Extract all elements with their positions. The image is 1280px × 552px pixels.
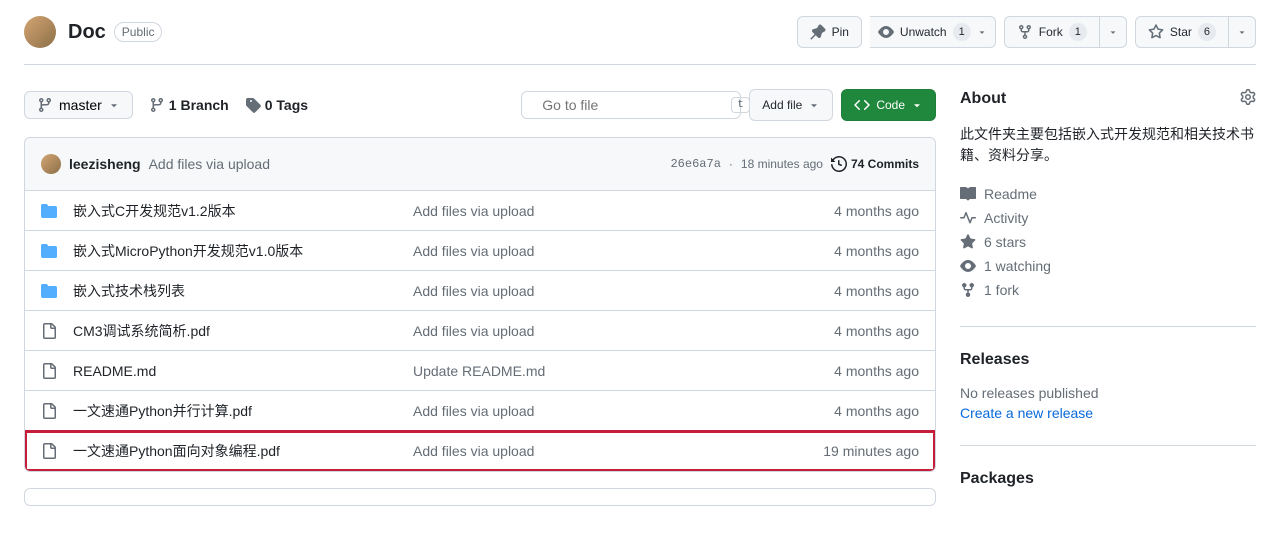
repo-title[interactable]: Doc	[68, 21, 106, 44]
activity-link[interactable]: Activity	[960, 206, 1256, 230]
eye-icon	[878, 24, 894, 40]
fork-icon	[960, 282, 976, 298]
gear-icon	[1240, 89, 1256, 105]
about-title: About	[960, 90, 1006, 108]
watch-count: 1	[953, 23, 971, 41]
fork-count: 1	[1069, 23, 1087, 41]
file-row: 一文速通Python并行计算.pdfAdd files via upload4 …	[25, 391, 935, 431]
branches-link[interactable]: 1 Branch	[149, 97, 229, 113]
caret-down-icon	[808, 99, 820, 111]
file-name[interactable]: 嵌入式C开发规范v1.2版本	[73, 201, 413, 221]
file-time: 4 months ago	[834, 203, 919, 219]
settings-button[interactable]	[1240, 89, 1256, 108]
visibility-badge: Public	[114, 22, 163, 42]
search-shortcut: t	[731, 97, 750, 113]
file-row: 一文速通Python面向对象编程.pdfAdd files via upload…	[25, 431, 935, 471]
file-name[interactable]: CM3调试系统简析.pdf	[73, 321, 413, 341]
pin-button[interactable]: Pin	[797, 16, 862, 48]
file-row: CM3调试系统简析.pdfAdd files via upload4 month…	[25, 311, 935, 351]
forks-link[interactable]: 1 fork	[960, 278, 1256, 302]
file-time: 4 months ago	[834, 403, 919, 419]
commit-author-avatar[interactable]	[41, 154, 61, 174]
file-commit-message[interactable]: Add files via upload	[413, 243, 834, 259]
code-button[interactable]: Code	[841, 89, 936, 121]
file-search[interactable]: t	[521, 91, 741, 119]
latest-commit-row: leezisheng Add files via upload 26e6a7a …	[25, 138, 935, 191]
file-icon	[41, 323, 57, 339]
file-row: 嵌入式MicroPython开发规范v1.0版本Add files via up…	[25, 231, 935, 271]
caret-down-icon	[1237, 27, 1247, 37]
tag-icon	[245, 97, 261, 113]
caret-down-icon	[911, 99, 923, 111]
file-commit-message[interactable]: Add files via upload	[413, 323, 834, 339]
folder-icon	[41, 203, 57, 219]
branch-icon	[149, 97, 165, 113]
readme-link[interactable]: Readme	[960, 182, 1256, 206]
file-name[interactable]: 嵌入式MicroPython开发规范v1.0版本	[73, 241, 413, 261]
file-listing: leezisheng Add files via upload 26e6a7a …	[24, 137, 936, 472]
watching-link[interactable]: 1 watching	[960, 254, 1256, 278]
fork-icon	[1017, 24, 1033, 40]
file-row: 嵌入式C开发规范v1.2版本Add files via upload4 mont…	[25, 191, 935, 231]
pin-icon	[810, 24, 826, 40]
code-icon	[854, 97, 870, 113]
no-releases: No releases published	[960, 385, 1256, 401]
folder-icon	[41, 243, 57, 259]
star-dropdown[interactable]	[1229, 16, 1256, 48]
file-name[interactable]: README.md	[73, 363, 413, 379]
file-commit-message[interactable]: Add files via upload	[413, 203, 834, 219]
about-description: 此文件夹主要包括嵌入式开发规范和相关技术书籍、资料分享。	[960, 124, 1256, 166]
readme-box	[24, 488, 936, 506]
file-search-input[interactable]	[542, 97, 723, 113]
star-icon	[960, 234, 976, 250]
branch-icon	[37, 97, 53, 113]
file-name[interactable]: 一文速通Python并行计算.pdf	[73, 401, 413, 421]
file-icon	[41, 403, 57, 419]
commit-time: 18 minutes ago	[741, 157, 823, 171]
file-time: 4 months ago	[834, 363, 919, 379]
file-icon	[41, 443, 57, 459]
file-time: 19 minutes ago	[823, 443, 919, 459]
file-time: 4 months ago	[834, 283, 919, 299]
file-name[interactable]: 嵌入式技术栈列表	[73, 281, 413, 301]
stars-link[interactable]: 6 stars	[960, 230, 1256, 254]
owner-avatar[interactable]	[24, 16, 56, 48]
commit-author[interactable]: leezisheng	[69, 156, 141, 172]
book-icon	[960, 186, 976, 202]
branch-selector[interactable]: master	[24, 91, 133, 119]
eye-icon	[960, 258, 976, 274]
file-time: 4 months ago	[834, 323, 919, 339]
caret-down-icon	[1108, 27, 1118, 37]
folder-icon	[41, 283, 57, 299]
file-time: 4 months ago	[834, 243, 919, 259]
star-count: 6	[1198, 23, 1216, 41]
file-commit-message[interactable]: Add files via upload	[413, 443, 823, 459]
star-button[interactable]: Star 6	[1135, 16, 1229, 48]
packages-title[interactable]: Packages	[960, 470, 1034, 488]
fork-dropdown[interactable]	[1100, 16, 1127, 48]
unwatch-button[interactable]: Unwatch 1	[870, 16, 996, 48]
create-release-link[interactable]: Create a new release	[960, 405, 1093, 421]
fork-button[interactable]: Fork 1	[1004, 16, 1100, 48]
file-icon	[41, 363, 57, 379]
file-name[interactable]: 一文速通Python面向对象编程.pdf	[73, 441, 413, 461]
commit-hash[interactable]: 26e6a7a	[670, 157, 720, 171]
commit-message[interactable]: Add files via upload	[149, 156, 270, 172]
tags-link[interactable]: 0 Tags	[245, 97, 308, 113]
caret-down-icon	[977, 27, 987, 37]
releases-title[interactable]: Releases	[960, 351, 1029, 369]
activity-icon	[960, 210, 976, 226]
caret-down-icon	[108, 99, 120, 111]
file-commit-message[interactable]: Update README.md	[413, 363, 834, 379]
history-icon	[831, 156, 847, 172]
add-file-button[interactable]: Add file	[749, 89, 833, 121]
file-row: 嵌入式技术栈列表Add files via upload4 months ago	[25, 271, 935, 311]
file-commit-message[interactable]: Add files via upload	[413, 403, 834, 419]
file-row: README.mdUpdate README.md4 months ago	[25, 351, 935, 391]
commits-link[interactable]: 74 Commits	[831, 156, 919, 172]
file-commit-message[interactable]: Add files via upload	[413, 283, 834, 299]
star-icon	[1148, 24, 1164, 40]
